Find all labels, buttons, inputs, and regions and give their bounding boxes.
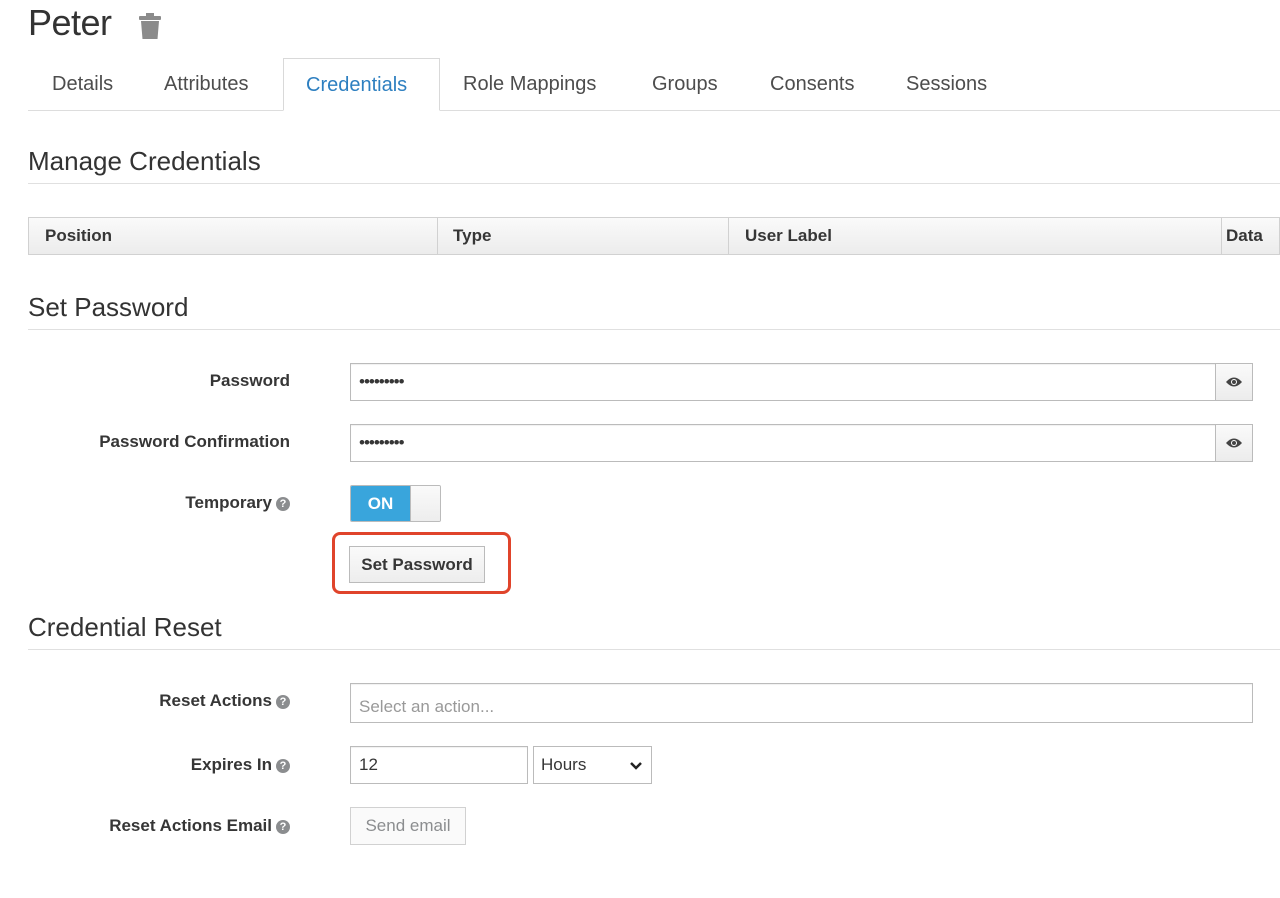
tab-details[interactable]: Details xyxy=(52,58,113,110)
tab-consents[interactable]: Consents xyxy=(770,58,855,110)
reset-actions-label-row: Reset Actions? xyxy=(20,691,290,711)
help-icon[interactable]: ? xyxy=(276,820,290,834)
reset-actions-email-label: Reset Actions Email xyxy=(109,816,272,835)
tab-attributes[interactable]: Attributes xyxy=(164,58,248,110)
credential-reset-heading: Credential Reset xyxy=(28,612,1280,650)
reset-actions-select[interactable]: Select an action... xyxy=(350,683,1253,723)
tab-sessions[interactable]: Sessions xyxy=(906,58,987,110)
temporary-label: Temporary xyxy=(185,493,272,512)
column-position[interactable]: Position xyxy=(29,218,438,254)
manage-credentials-heading: Manage Credentials xyxy=(28,146,1280,184)
eye-icon xyxy=(1226,438,1242,448)
credentials-table-header: Position Type User Label Data xyxy=(28,217,1280,255)
column-user-label[interactable]: User Label xyxy=(729,218,1222,254)
reset-actions-email-label-row: Reset Actions Email? xyxy=(20,816,290,836)
toggle-on-label: ON xyxy=(351,486,410,521)
tab-role-mappings[interactable]: Role Mappings xyxy=(463,58,596,110)
page-title: Peter xyxy=(28,2,112,43)
set-password-button[interactable]: Set Password xyxy=(349,546,485,583)
toggle-knob xyxy=(410,486,440,521)
password-field[interactable]: ••••••••• xyxy=(350,363,1217,401)
expires-in-label-row: Expires In? xyxy=(20,755,290,775)
show-confirmation-button[interactable] xyxy=(1215,424,1253,462)
expires-in-label: Expires In xyxy=(190,755,272,774)
tab-groups[interactable]: Groups xyxy=(652,58,718,110)
column-data[interactable]: Data xyxy=(1222,218,1280,254)
password-confirmation-field[interactable]: ••••••••• xyxy=(350,424,1217,462)
help-icon[interactable]: ? xyxy=(276,759,290,773)
temporary-toggle[interactable]: ON xyxy=(350,485,441,522)
column-type[interactable]: Type xyxy=(437,218,729,254)
expires-unit-select[interactable]: Hours xyxy=(533,746,652,784)
eye-icon xyxy=(1226,377,1242,387)
help-icon[interactable]: ? xyxy=(276,497,290,511)
temporary-label-row: Temporary? xyxy=(20,493,290,513)
send-email-button[interactable]: Send email xyxy=(350,807,466,845)
expires-unit-value: Hours xyxy=(541,755,587,774)
help-icon[interactable]: ? xyxy=(276,695,290,709)
password-confirmation-label: Password Confirmation xyxy=(99,432,290,451)
show-password-button[interactable] xyxy=(1215,363,1253,401)
trash-icon[interactable] xyxy=(137,12,163,40)
reset-actions-label: Reset Actions xyxy=(159,691,272,710)
password-label: Password xyxy=(209,371,290,390)
expires-in-input[interactable]: 12 xyxy=(350,746,528,784)
tab-credentials[interactable]: Credentials xyxy=(283,58,440,111)
set-password-heading: Set Password xyxy=(28,292,1280,330)
tab-bar: Details Attributes Credentials Role Mapp… xyxy=(28,58,1280,111)
chevron-down-icon xyxy=(630,762,642,770)
